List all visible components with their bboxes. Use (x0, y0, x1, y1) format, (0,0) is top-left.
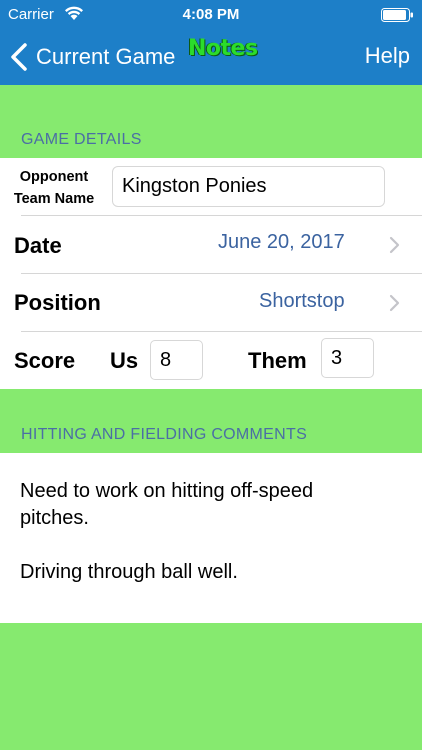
position-row[interactable]: Position Shortstop (0, 274, 422, 331)
status-bar: Carrier 4:08 PM (0, 0, 422, 29)
back-button[interactable]: Current Game (10, 41, 175, 73)
game-details-card: Opponent Team Name Kingston Ponies Date … (0, 158, 422, 389)
score-label: Score (14, 348, 76, 373)
comments-card: Need to work on hitting off-speed pitche… (0, 453, 422, 623)
chevron-right-icon (389, 294, 400, 312)
opponent-row: Opponent Team Name Kingston Ponies (0, 158, 422, 215)
date-label: Date (14, 233, 62, 258)
chevron-right-icon (389, 236, 400, 254)
opponent-label-line1: Opponent (19, 169, 89, 185)
opponent-label: Opponent Team Name (4, 166, 104, 210)
opponent-label-line2: Team Name (13, 191, 95, 207)
date-row[interactable]: Date June 20, 2017 (0, 216, 422, 273)
them-score-input[interactable]: 3 (321, 338, 374, 378)
us-label: Us (110, 348, 139, 373)
position-label: Position (14, 290, 101, 315)
back-button-label: Current Game (36, 44, 176, 69)
them-label: Them (248, 348, 307, 373)
clock: 4:08 PM (182, 6, 240, 23)
comments-header: HITTING AND FIELDING COMMENTS (21, 426, 308, 443)
page-title: Notes (188, 36, 258, 61)
game-details-header: GAME DETAILS (21, 131, 142, 148)
chevron-left-icon (11, 43, 27, 71)
opponent-team-input[interactable]: Kingston Ponies (112, 166, 385, 207)
date-value: June 20, 2017 (218, 231, 345, 253)
position-value: Shortstop (259, 290, 345, 312)
navigation-bar: Current Game Notes Help (0, 29, 422, 85)
comments-textarea[interactable]: Need to work on hitting off-speed pitche… (20, 478, 410, 586)
score-row: Score Us 8 Them 3 (0, 332, 422, 389)
help-button[interactable]: Help (365, 43, 410, 69)
battery-icon (381, 8, 413, 22)
us-score-input[interactable]: 8 (150, 340, 203, 380)
